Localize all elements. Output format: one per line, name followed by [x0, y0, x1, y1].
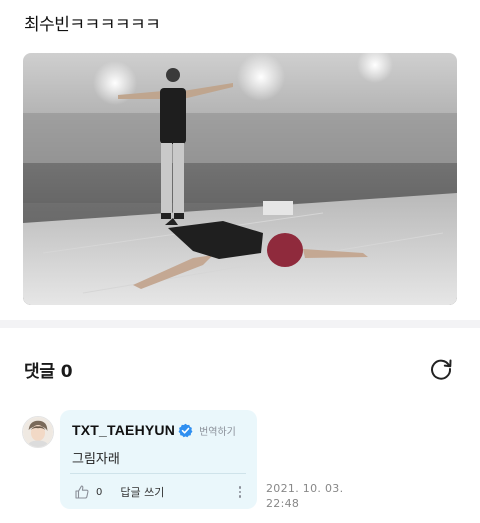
comment-actions: 0 답글 쓰기	[74, 483, 246, 501]
comment-timestamp: 2021. 10. 03. 22:48	[266, 481, 343, 511]
comment-time: 22:48	[266, 497, 300, 510]
stage-photo-image	[23, 53, 457, 305]
post-text: 최수빈ㅋㅋㅋㅋㅋㅋ	[24, 15, 161, 35]
avatar-image	[23, 417, 53, 447]
comment-date: 2021. 10. 03.	[266, 482, 344, 495]
more-options-icon[interactable]	[234, 484, 246, 500]
refresh-button[interactable]	[428, 356, 454, 382]
comments-title: 댓글	[24, 362, 55, 382]
bubble-divider	[70, 473, 246, 474]
comments-count: 0	[60, 362, 73, 382]
comment-body: 그림자래	[72, 452, 120, 467]
translate-link[interactable]: 번역하기	[199, 423, 236, 438]
avatar[interactable]	[22, 416, 54, 448]
post-photo[interactable]	[23, 53, 457, 305]
reply-button[interactable]: 답글 쓰기	[120, 484, 164, 500]
comment-author[interactable]: TXT_TAEHYUN	[72, 422, 175, 438]
verified-badge-icon	[178, 423, 193, 438]
author-row: TXT_TAEHYUN 번역하기	[72, 422, 236, 438]
refresh-icon	[431, 359, 452, 380]
like-button[interactable]: 0	[74, 484, 102, 500]
like-count: 0	[96, 486, 103, 498]
section-divider	[0, 320, 480, 328]
comments-header: 댓글 0	[24, 357, 73, 382]
comment-bubble: TXT_TAEHYUN 번역하기 그림자래 0 답글 쓰기	[60, 410, 257, 509]
thumbs-up-icon	[74, 484, 90, 500]
